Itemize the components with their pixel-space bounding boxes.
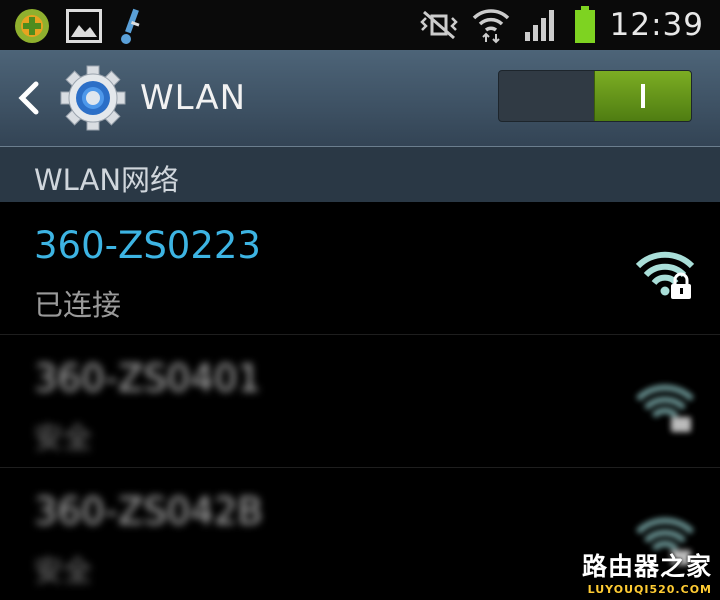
- clock: 12:39: [609, 7, 704, 43]
- wlan-toggle-switch[interactable]: [498, 70, 692, 122]
- network-ssid: 360-ZS042B: [34, 490, 263, 533]
- gallery-icon: [66, 9, 102, 43]
- wifi-lock-icon: [635, 251, 695, 299]
- vibrate-mute-icon: [419, 10, 458, 40]
- status-bar: 12:39: [0, 0, 720, 50]
- network-ssid: 360-ZS0401: [34, 357, 261, 400]
- toggle-knob[interactable]: [594, 71, 691, 121]
- watermark-url: LUYOUQI520.COM: [587, 583, 712, 596]
- wifi-lock-icon: [635, 384, 695, 432]
- wifi-status-icon: [472, 9, 509, 44]
- page-title: WLAN: [140, 78, 247, 118]
- toggle-on-indicator: [641, 84, 645, 108]
- usb-icon: [121, 8, 140, 44]
- settings-gear-icon: [60, 65, 126, 131]
- section-label: WLAN网络: [34, 163, 180, 197]
- network-ssid: 360-ZS0223: [34, 224, 261, 267]
- app-icon: [15, 9, 49, 43]
- network-item-connected[interactable]: 360-ZS0223 已连接: [0, 202, 720, 335]
- network-status: 安全: [34, 421, 93, 455]
- cell-signal-icon: [524, 10, 554, 41]
- action-bar: WLAN: [0, 50, 720, 147]
- section-header: WLAN网络: [0, 147, 720, 202]
- network-item[interactable]: 360-ZS0401 安全: [0, 335, 720, 468]
- battery-icon: [574, 6, 595, 43]
- watermark-text: 路由器之家: [581, 552, 712, 581]
- network-status: 安全: [34, 554, 93, 588]
- watermark: 路由器之家 LUYOUQI520.COM: [582, 547, 712, 596]
- network-status: 已连接: [34, 288, 122, 322]
- back-icon[interactable]: [12, 78, 46, 118]
